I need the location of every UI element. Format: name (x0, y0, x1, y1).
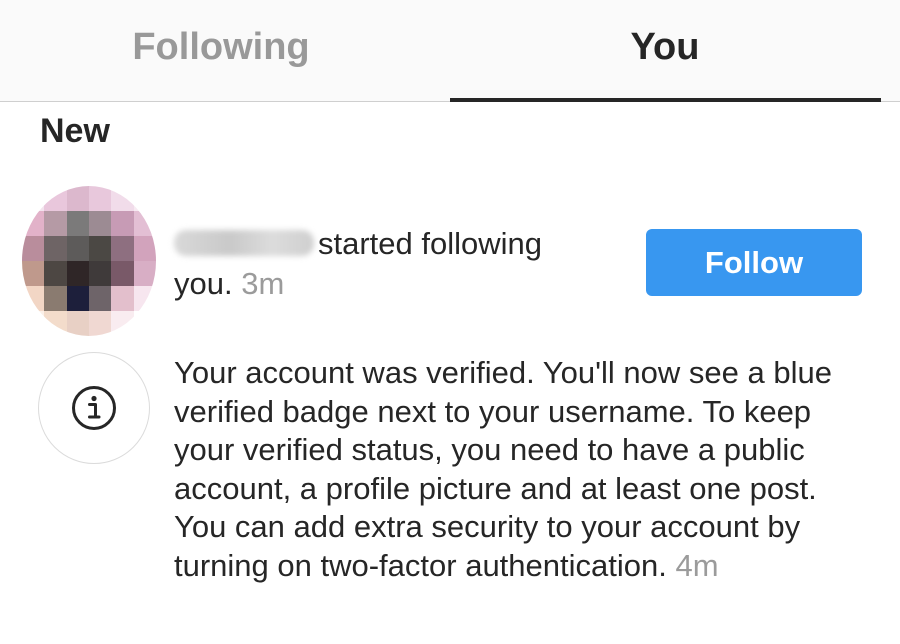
follow-notification-text: started following you. 3m (174, 224, 604, 304)
info-icon (38, 352, 150, 464)
verification-notification-time: 4m (675, 547, 719, 583)
verification-notification-text: Your account was verified. You'll now se… (174, 354, 874, 585)
follow-notification-time: 3m (241, 266, 285, 301)
tab-bar: Following You (0, 0, 900, 102)
follow-button[interactable]: Follow (646, 229, 862, 296)
info-icon-glyph (72, 386, 116, 430)
username-blurred[interactable] (174, 230, 314, 256)
tab-following[interactable]: Following (6, 0, 436, 101)
active-tab-indicator (450, 98, 881, 102)
section-title-new: New (40, 112, 110, 150)
tab-you[interactable]: You (450, 0, 880, 101)
verification-notification-message: Your account was verified. You'll now se… (174, 355, 832, 583)
avatar[interactable] (22, 186, 156, 336)
